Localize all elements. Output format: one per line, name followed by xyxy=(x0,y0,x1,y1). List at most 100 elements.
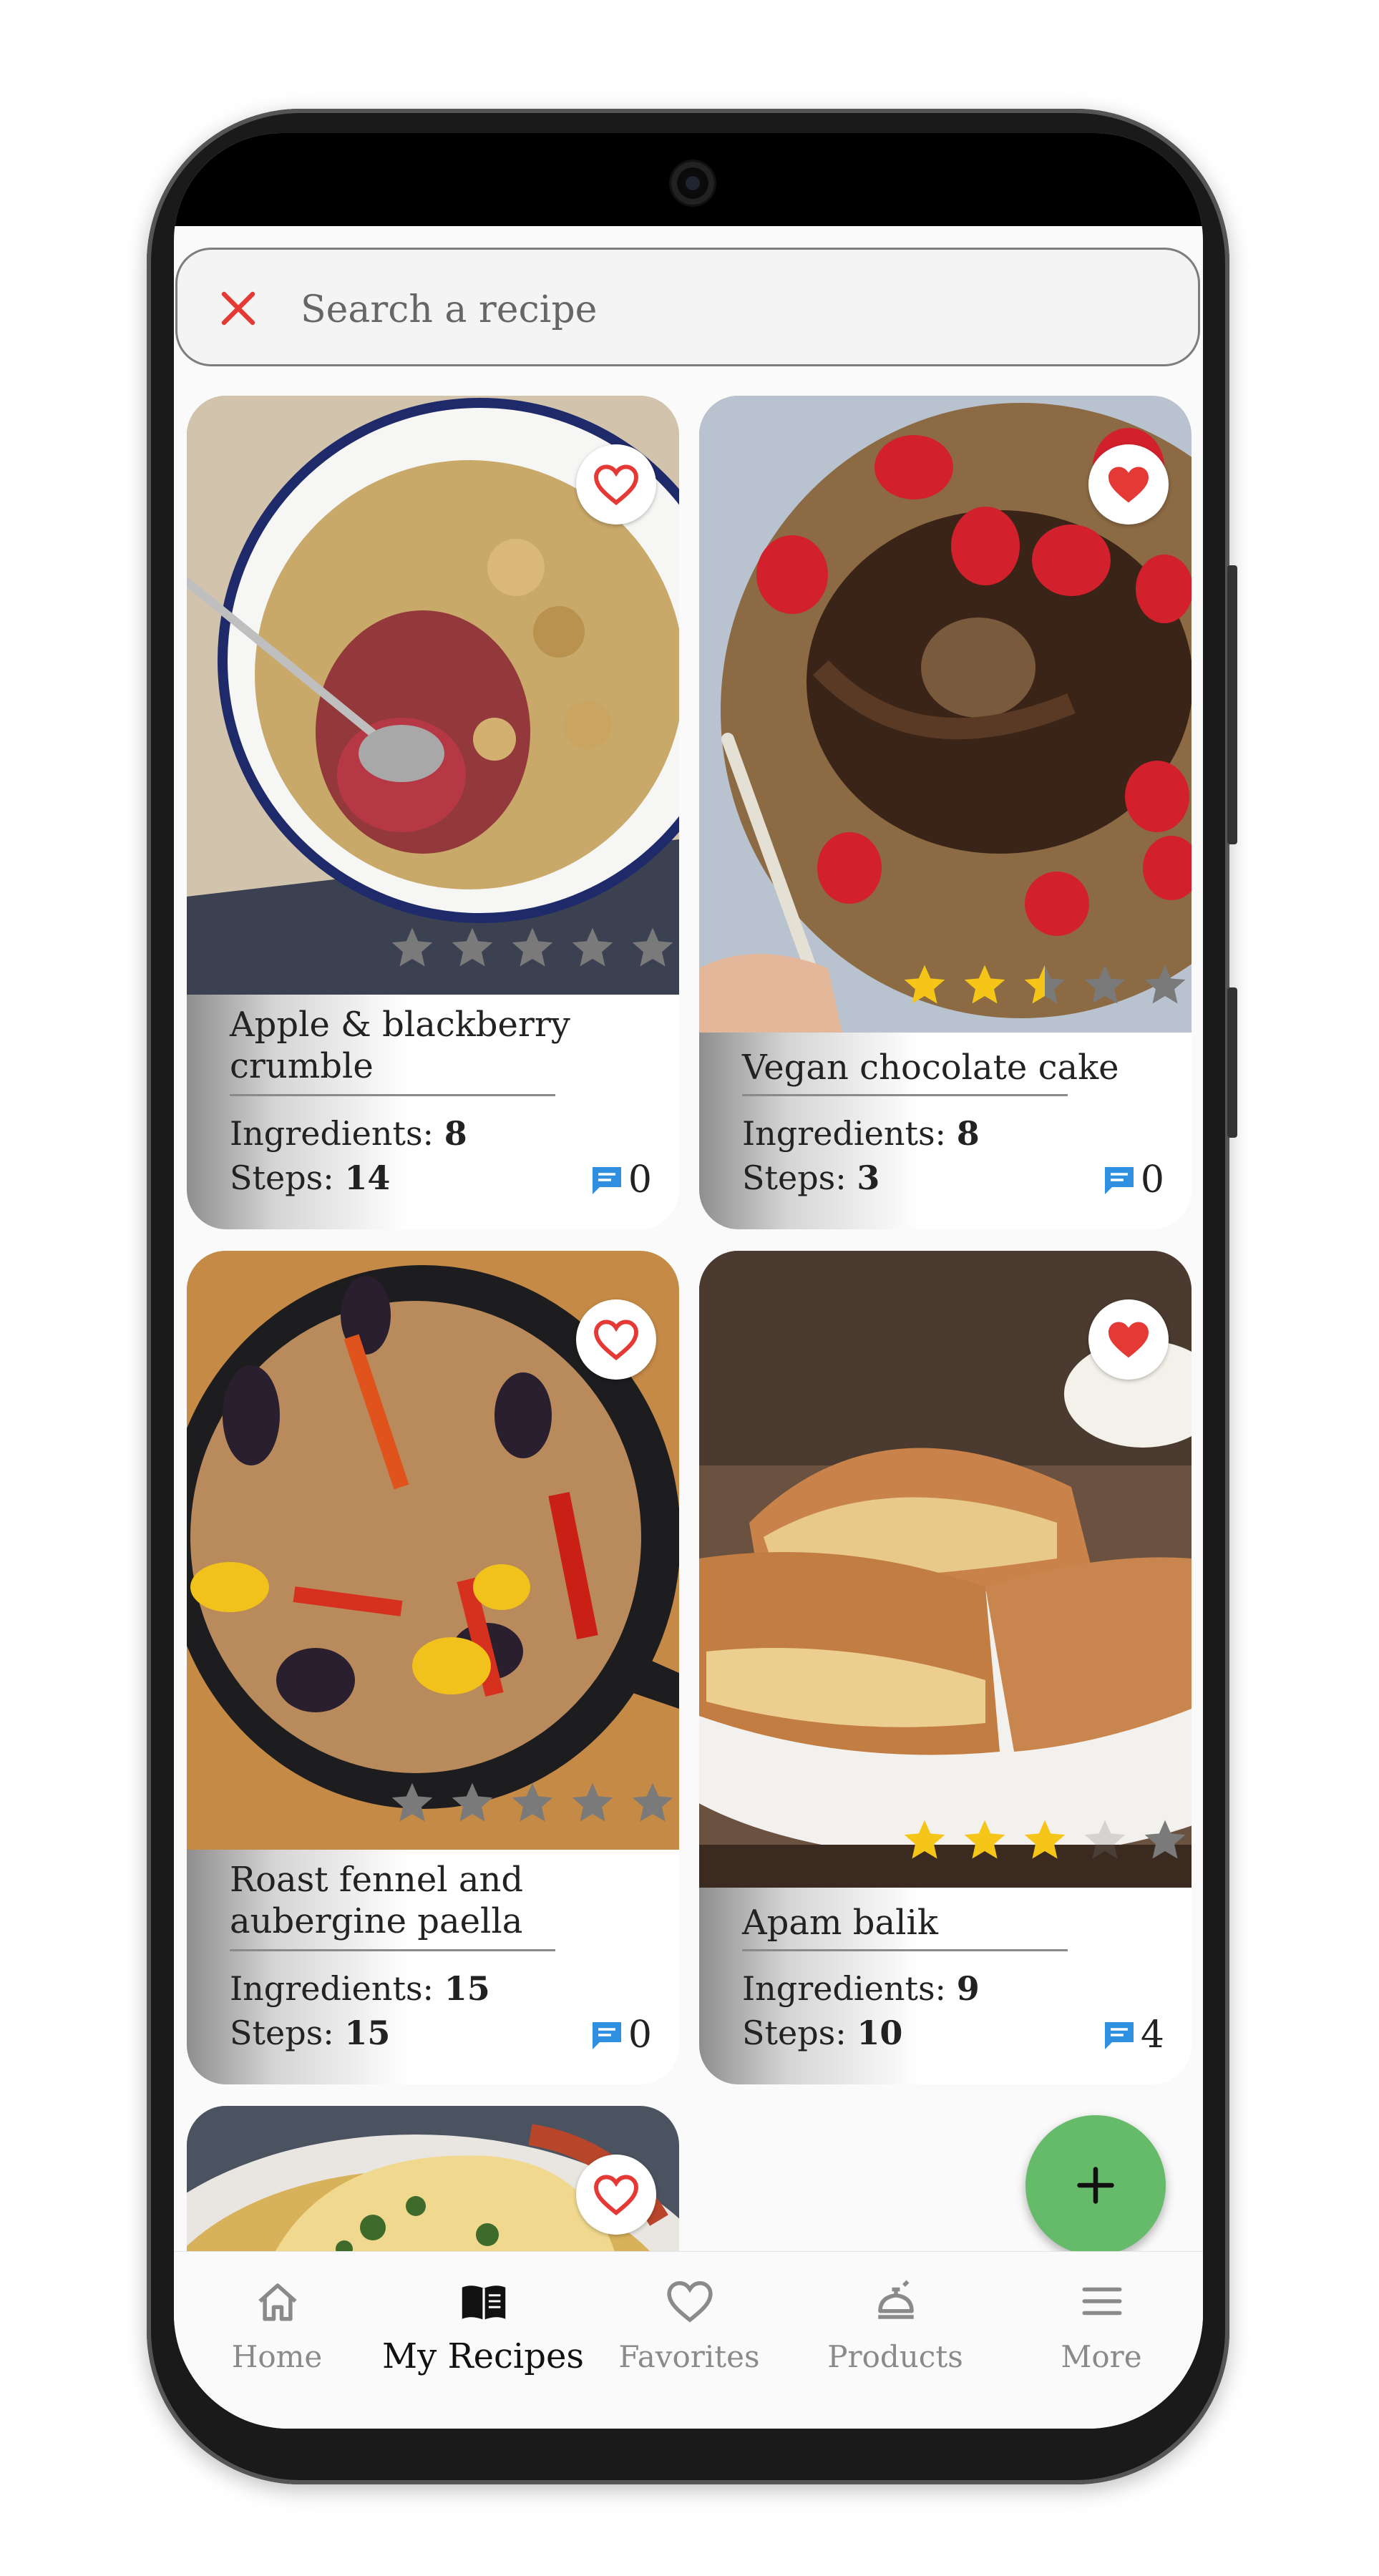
nav-label: Home xyxy=(231,2339,323,2374)
recipe-title: Apam balik xyxy=(742,1903,938,1943)
star-icon xyxy=(904,1820,945,1859)
favorite-button[interactable] xyxy=(576,2155,656,2235)
steps-count: 10 xyxy=(857,2014,903,2052)
power-button xyxy=(1227,987,1237,1138)
recipe-title: Apple & blackberry crumble xyxy=(230,1005,570,1086)
recipe-card[interactable]: Apple & blackberry crumble Ingredients: … xyxy=(187,396,679,1229)
recipe-meta: Ingredients: 8 Steps: 3 xyxy=(742,1111,980,1200)
star-half-icon xyxy=(1024,965,1066,1004)
rating-stars xyxy=(900,961,1190,1010)
ingredients-label: Ingredients: xyxy=(742,1969,947,2008)
front-camera xyxy=(671,162,714,205)
steps-label: Steps: xyxy=(230,1158,334,1197)
nav-home[interactable]: Home xyxy=(174,2252,380,2395)
ingredients-count: 8 xyxy=(956,1114,980,1153)
comment-icon xyxy=(592,2022,621,2049)
steps-count: 3 xyxy=(857,1158,880,1197)
star-icon xyxy=(1024,1820,1066,1859)
ingredients-label: Ingredients: xyxy=(230,1114,434,1153)
heart-filled-icon xyxy=(1108,467,1149,503)
comment-count: 0 xyxy=(1140,1158,1164,1201)
star-icon xyxy=(452,927,493,967)
close-icon[interactable] xyxy=(217,287,260,330)
divider xyxy=(742,1949,1068,1951)
recipe-title: Vegan chocolate cake xyxy=(742,1048,1119,1088)
book-icon xyxy=(462,2285,506,2321)
star-icon xyxy=(391,927,433,967)
star-icon xyxy=(964,1820,1005,1859)
nav-my-recipes[interactable]: My Recipes xyxy=(380,2252,586,2395)
recipe-card[interactable]: Apam balik Ingredients: 9 Steps: 10 4 xyxy=(699,1251,1192,2084)
app-screen: Apple & blackberry crumble Ingredients: … xyxy=(174,133,1203,2429)
recipe-meta: Ingredients: 9 Steps: 10 xyxy=(742,1966,980,2055)
star-icon xyxy=(1144,1820,1186,1859)
star-icon xyxy=(1084,965,1126,1004)
favorite-button[interactable] xyxy=(576,1299,656,1380)
star-icon xyxy=(1144,965,1186,1004)
star-icon xyxy=(572,1782,613,1822)
favorite-button[interactable] xyxy=(1088,444,1169,525)
steps-count: 15 xyxy=(344,2014,391,2052)
ingredients-label: Ingredients: xyxy=(230,1969,434,2008)
ingredients-count: 8 xyxy=(444,1114,467,1153)
nav-label: My Recipes xyxy=(381,2336,585,2376)
nav-label: More xyxy=(1061,2339,1142,2374)
comment-icon xyxy=(1104,1167,1134,1194)
volume-button xyxy=(1227,565,1237,844)
recipe-meta: Ingredients: 8 Steps: 14 xyxy=(230,1111,467,1200)
bottom-navigation: Home My Recipes Favorites Products More xyxy=(174,2251,1203,2429)
star-icon xyxy=(512,927,553,967)
star-icon xyxy=(452,1782,493,1822)
steps-count: 14 xyxy=(344,1158,391,1197)
heart-outline-icon xyxy=(594,464,638,506)
nav-products[interactable]: Products xyxy=(792,2252,998,2395)
rating-stars xyxy=(387,924,678,972)
recipe-title: Roast fennel and aubergine paella xyxy=(230,1860,524,1941)
comment-icon xyxy=(592,1167,621,1194)
search-bar[interactable] xyxy=(175,248,1200,366)
plus-icon xyxy=(1077,2167,1114,2204)
status-bar xyxy=(174,133,1203,226)
ingredients-count: 9 xyxy=(956,1969,980,2008)
nav-label: Favorites xyxy=(618,2339,760,2374)
star-icon xyxy=(964,965,1005,1004)
recipe-card[interactable]: Roast fennel and aubergine paella Ingred… xyxy=(187,1251,679,2084)
comments-count: 0 xyxy=(590,2014,652,2057)
favorite-button[interactable] xyxy=(1088,1299,1169,1380)
recipe-meta: Ingredients: 15 Steps: 15 xyxy=(230,1966,490,2055)
heart-outline-icon xyxy=(594,2175,638,2216)
comment-count: 0 xyxy=(628,2014,652,2057)
menu-icon xyxy=(1082,2287,1122,2316)
comments-count: 4 xyxy=(1102,2014,1164,2057)
favorite-button[interactable] xyxy=(576,444,656,525)
star-icon xyxy=(391,1782,433,1822)
recipe-card[interactable] xyxy=(187,2106,679,2256)
divider xyxy=(230,1094,555,1096)
divider xyxy=(230,1949,555,1951)
steps-label: Steps: xyxy=(742,2014,847,2052)
star-icon xyxy=(632,1782,673,1822)
ingredients-count: 15 xyxy=(444,1969,490,2008)
nav-more[interactable]: More xyxy=(998,2252,1203,2395)
star-icon xyxy=(632,927,673,967)
nav-favorites[interactable]: Favorites xyxy=(586,2252,792,2395)
steps-label: Steps: xyxy=(742,1158,847,1197)
heart-outline-icon xyxy=(594,1319,638,1361)
star-icon xyxy=(572,927,613,967)
heart-icon xyxy=(667,2280,713,2323)
add-recipe-button[interactable] xyxy=(1025,2115,1166,2255)
recipe-card[interactable]: Vegan chocolate cake Ingredients: 8 Step… xyxy=(699,396,1192,1229)
comment-icon xyxy=(1104,2022,1134,2049)
star-icon xyxy=(512,1782,553,1822)
comments-count: 0 xyxy=(1102,1158,1164,1201)
rating-stars xyxy=(900,1816,1190,1865)
products-icon xyxy=(878,2280,914,2319)
divider xyxy=(742,1094,1068,1096)
star-icon xyxy=(904,965,945,1004)
star-icon xyxy=(1084,1820,1126,1859)
comment-count: 4 xyxy=(1140,2014,1164,2057)
nav-label: Products xyxy=(827,2339,963,2374)
search-input[interactable] xyxy=(299,270,1161,350)
ingredients-label: Ingredients: xyxy=(742,1114,947,1153)
steps-label: Steps: xyxy=(230,2014,334,2052)
